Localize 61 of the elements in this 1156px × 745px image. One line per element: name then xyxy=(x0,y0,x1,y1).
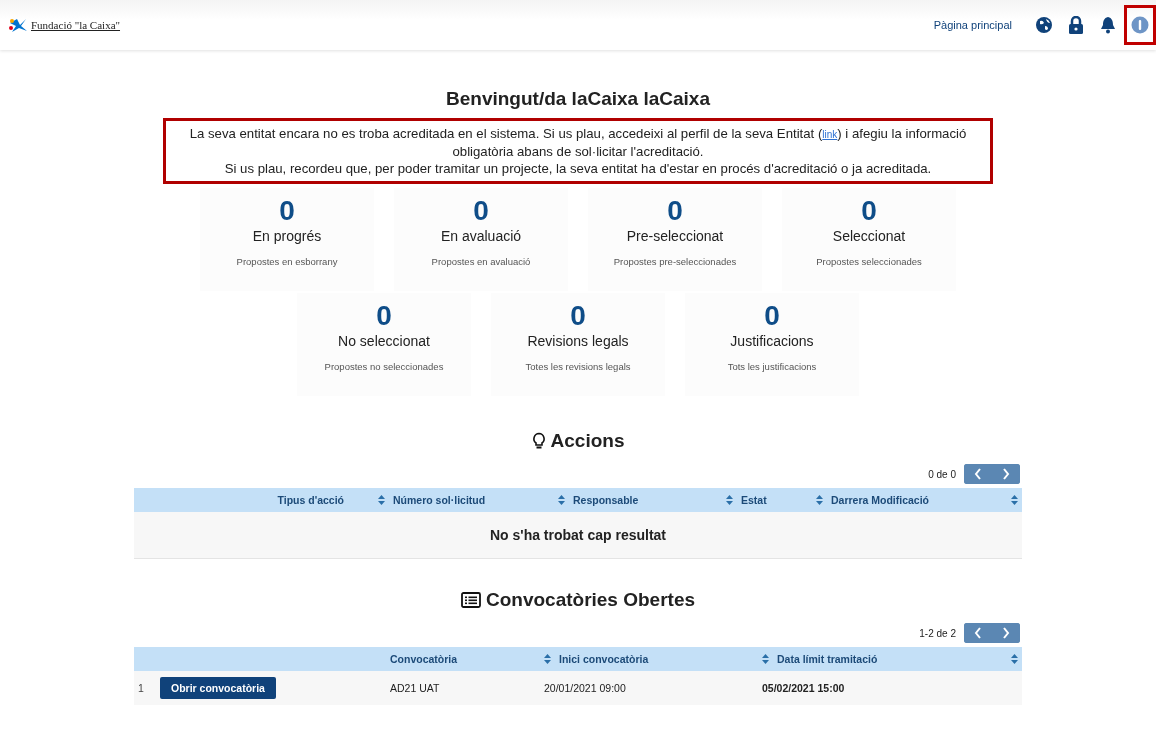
stat-label: Revisions legals xyxy=(527,333,629,349)
stat-caption: Tots les justificacions xyxy=(727,361,817,372)
stat-label: Justificacions xyxy=(730,333,814,349)
sort-icon xyxy=(544,654,551,664)
stat-count: 0 xyxy=(861,196,877,226)
column-header[interactable]: Estat xyxy=(722,494,812,506)
table-cell-text: AD21 UAT xyxy=(390,682,441,694)
column-header[interactable]: Convocatòria xyxy=(390,653,544,665)
stat-caption: Propostes pre-seleccionades xyxy=(613,256,737,267)
sort-icon xyxy=(816,495,823,505)
stat-caption: Propostes en esborrany xyxy=(236,256,338,267)
logo-icon xyxy=(8,17,28,33)
stat-label: No seleccionat xyxy=(338,333,430,349)
row-number: 1 xyxy=(137,682,145,694)
stat-caption: Totes les revisions legals xyxy=(525,361,631,372)
stat-caption: Propostes en avaluació xyxy=(431,256,531,267)
logo-text[interactable]: Fundació "la Caixa" xyxy=(31,19,120,31)
stat-count: 0 xyxy=(279,196,295,226)
stat-count: 0 xyxy=(764,301,780,331)
profile-link[interactable]: link xyxy=(822,129,838,140)
page-title: Benvingut/da laCaixa laCaixa xyxy=(446,88,710,110)
pager-count: 1-2 de 2 xyxy=(919,627,956,639)
notice-text: La seva entitat encara no es troba acreditada en el sistema. Si us plau, accedeixi al perfil de la seva Entitat (link) i afegiu la informació obligatòria abans de sol·licitar l'acreditació. xyxy=(188,125,968,160)
stat-count: 0 xyxy=(667,196,683,226)
sort-icon xyxy=(1011,654,1018,664)
sort-icon xyxy=(762,654,769,664)
open-call-button[interactable]: Obrir convocatòria xyxy=(160,677,276,699)
column-header[interactable]: Darrera Modificació xyxy=(812,494,1012,506)
table-cell-text: 05/02/2021 15:00 xyxy=(762,682,846,694)
chevron-right-icon xyxy=(1002,627,1010,639)
stat-caption: Propostes seleccionades xyxy=(816,256,922,267)
info-icon[interactable] xyxy=(1124,5,1156,45)
empty-message: No s'ha trobat cap resultat xyxy=(489,527,666,543)
nav-link[interactable]: Pàgina principal xyxy=(933,19,1012,31)
column-header[interactable]: Tipus d'acció xyxy=(134,494,374,506)
chevron-left-icon xyxy=(974,468,982,480)
chevron-right-icon xyxy=(1002,468,1010,480)
table-cell-text: 20/01/2021 09:00 xyxy=(544,682,627,694)
sort-icon xyxy=(558,495,565,505)
column-header[interactable]: Número sol·licitud xyxy=(374,494,554,506)
notice-text: Si us plau, recordeu que, per poder tramitar un projecte, la seva entitat ha d'estar en procés d'acreditació o ja acreditada. xyxy=(223,160,933,177)
column-header[interactable]: Inici convocatòria xyxy=(544,653,762,665)
pager-count: 0 de 0 xyxy=(928,468,956,480)
stat-caption: Propostes no seleccionades xyxy=(324,361,444,372)
lightbulb-icon xyxy=(531,432,546,450)
column-header[interactable]: Responsable xyxy=(554,494,722,506)
column-header[interactable]: Data límit tramitació xyxy=(762,653,1002,665)
section-title: Convocatòries Obertes xyxy=(485,589,696,611)
stat-label: Pre-seleccionat xyxy=(626,228,724,244)
stat-count: 0 xyxy=(473,196,489,226)
sort-icon xyxy=(1011,495,1018,505)
stat-label: En avaluació xyxy=(440,228,522,244)
section-title: Accions xyxy=(550,430,625,452)
stat-label: Seleccionat xyxy=(832,228,906,244)
stat-count: 0 xyxy=(570,301,586,331)
sort-icon xyxy=(378,495,385,505)
list-icon xyxy=(460,592,481,608)
chevron-left-icon xyxy=(974,627,982,639)
stat-label: En progrés xyxy=(252,228,322,244)
stat-count: 0 xyxy=(376,301,392,331)
sort-icon xyxy=(726,495,733,505)
